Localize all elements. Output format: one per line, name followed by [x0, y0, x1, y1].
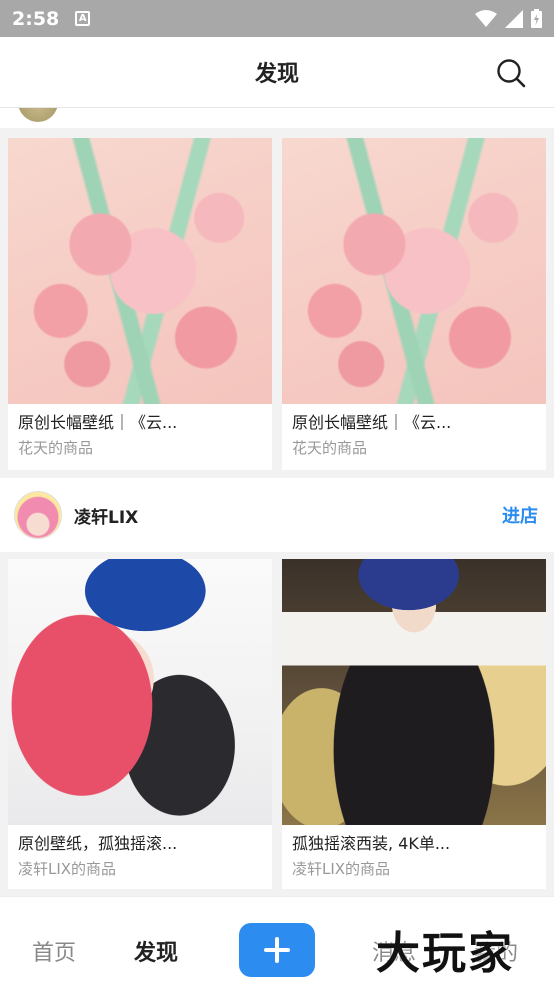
watermark: 大玩家	[376, 928, 514, 979]
signal-icon	[505, 9, 523, 28]
product-seller: 凌轩LIX的商品	[18, 860, 117, 878]
product-image[interactable]	[282, 138, 546, 404]
product-seller: 凌轩LIX的商品	[292, 860, 391, 878]
wifi-icon	[475, 9, 497, 27]
search-icon[interactable]	[496, 58, 526, 88]
product-image[interactable]	[282, 559, 546, 825]
discover-feed[interactable]: 原创长幅壁纸｜《云... 花天的商品 原创长幅壁纸｜《云... 花天的商品 凌轩…	[0, 108, 554, 896]
shop-header[interactable]: 凌轩LIX 进店	[0, 478, 554, 552]
battery-icon	[531, 9, 542, 28]
page-title: 发现	[254, 62, 299, 87]
add-button[interactable]	[239, 923, 315, 977]
product-title: 原创壁纸，孤独摇滚...	[18, 834, 178, 853]
product-title: 原创长幅壁纸｜《云...	[292, 413, 452, 432]
product-card[interactable]: 原创长幅壁纸｜《云... 花天的商品	[282, 138, 546, 470]
product-card[interactable]: 原创壁纸，孤独摇滚... 凌轩LIX的商品	[8, 559, 272, 889]
status-time: 2:58	[12, 7, 60, 30]
product-card[interactable]: 孤独摇滚西装, 4K单... 凌轩LIX的商品	[282, 559, 546, 889]
tab-home[interactable]: 首页	[32, 935, 76, 967]
product-seller: 花天的商品	[18, 439, 94, 457]
bottom-tab-bar: 首页 发现 消息 我的 大玩家	[0, 896, 554, 985]
status-icons	[475, 9, 542, 28]
plus-icon	[264, 937, 290, 963]
product-title: 原创长幅壁纸｜《云...	[18, 413, 178, 432]
product-row: 原创长幅壁纸｜《云... 花天的商品 原创长幅壁纸｜《云... 花天的商品	[0, 138, 554, 470]
product-title: 孤独摇滚西装, 4K单...	[292, 834, 451, 853]
notification-icon: A	[75, 11, 91, 26]
previous-shop-row	[0, 108, 554, 128]
app-header: 发现	[0, 37, 554, 108]
product-seller: 花天的商品	[292, 439, 368, 457]
product-row: 原创壁纸，孤独摇滚... 凌轩LIX的商品 孤独摇滚西装, 4K单... 凌轩L…	[0, 559, 554, 891]
tab-discover[interactable]: 发现	[134, 935, 178, 967]
shop-avatar[interactable]	[14, 491, 62, 539]
product-card[interactable]: 原创长幅壁纸｜《云... 花天的商品	[8, 138, 272, 470]
shop-name[interactable]: 凌轩LIX	[74, 503, 138, 528]
product-image[interactable]	[8, 138, 272, 404]
avatar[interactable]	[18, 108, 58, 122]
product-image[interactable]	[8, 559, 272, 825]
status-bar: 2:58 A	[0, 0, 554, 37]
enter-shop-button[interactable]: 进店	[502, 502, 540, 528]
